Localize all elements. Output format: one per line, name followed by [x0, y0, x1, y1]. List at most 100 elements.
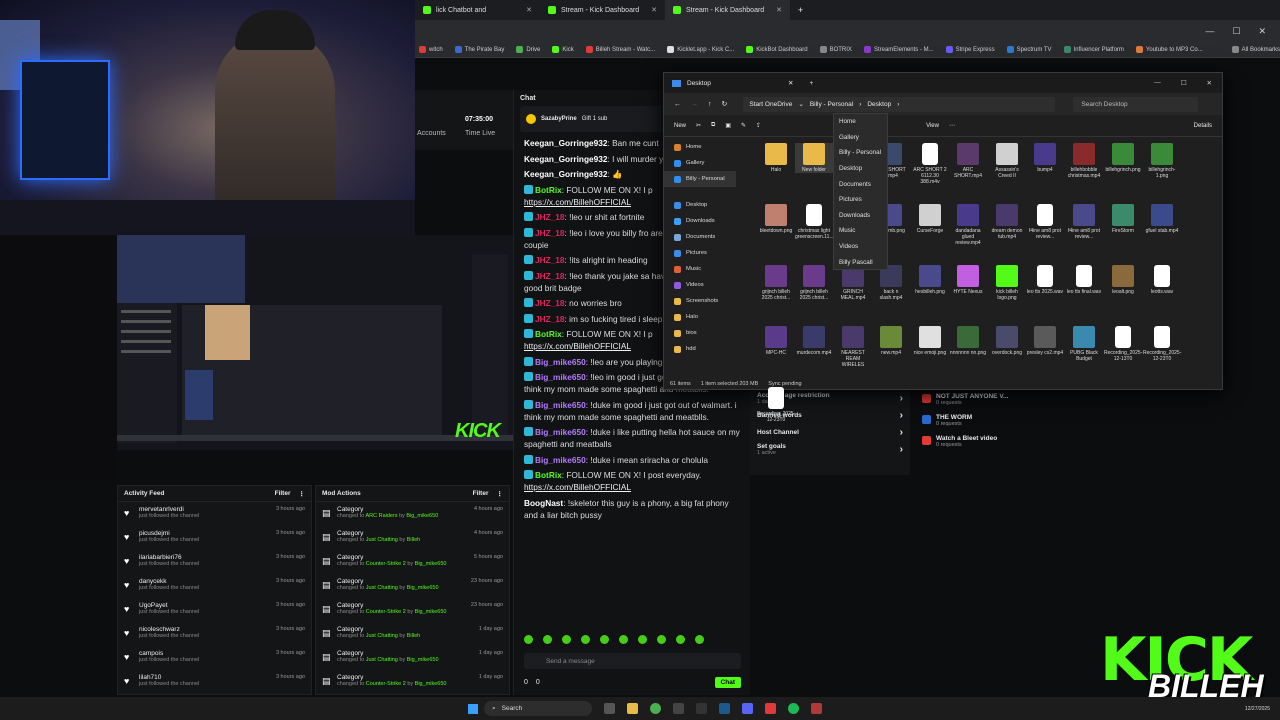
mod-row[interactable]: ▤ Category changed to Counter-Strike 2 by …	[316, 598, 509, 622]
file-item[interactable]: new.mp4	[872, 326, 910, 356]
file-item[interactable]: nnnnnnn nn.png	[949, 326, 987, 356]
terminal-icon[interactable]	[673, 703, 684, 714]
sidebar-item[interactable]: Billy - Personal	[664, 171, 736, 187]
file-item[interactable]: overdock.png	[988, 326, 1026, 356]
settings-row[interactable]: Host Channel ›	[750, 424, 910, 441]
view-button[interactable]: View	[926, 123, 939, 129]
dropdown-item[interactable]: Home	[834, 114, 887, 130]
file-item[interactable]: billehgrinch.png	[1104, 143, 1142, 173]
chat-username[interactable]: JHZ_18	[535, 228, 565, 238]
emote-icon[interactable]	[581, 635, 590, 644]
mod-row[interactable]: ▤ Category changed to Counter-Strike 2 by …	[316, 550, 509, 574]
file-item[interactable]: Recording_2025-12-23T0	[757, 387, 795, 423]
bookmark-item[interactable]: The Pirate Bay	[454, 46, 504, 53]
share-icon[interactable]: ⇪	[756, 122, 761, 129]
sidebar-item[interactable]: Documents	[664, 229, 736, 245]
file-item[interactable]: leoalt.png	[1104, 265, 1142, 295]
chat-username[interactable]: Big_mike650	[535, 400, 586, 410]
file-item[interactable]: grijnch billeh 2025 christ...	[757, 265, 795, 301]
chat-username[interactable]: JHZ_18	[535, 271, 565, 281]
paste-icon[interactable]: ▣	[725, 122, 731, 129]
minimize-icon[interactable]: —	[1205, 26, 1214, 37]
mod-row[interactable]: ▤ Category changed to Just Chatting by Bil…	[316, 526, 509, 550]
chat-username[interactable]: Big_mike650	[535, 372, 586, 382]
mod-filter-button[interactable]: Filter	[473, 490, 489, 497]
redeem-item[interactable]: THE WORM 0 requests	[922, 414, 1060, 427]
activity-row[interactable]: ♥ danycekk just followed the channel 3 hour…	[118, 574, 311, 598]
chat-username[interactable]: BotRix	[535, 185, 562, 195]
chevron-down-icon[interactable]: ⌄	[798, 100, 803, 108]
refresh-icon[interactable]: ↻	[722, 100, 728, 108]
file-item[interactable]: leotts.wav	[1143, 265, 1181, 295]
bookmark-item[interactable]: Youtube to MP3 Co...	[1135, 46, 1203, 53]
explorer-tab-title[interactable]: Desktop	[687, 80, 782, 87]
file-item[interactable]: bleetdown.png	[757, 204, 795, 234]
file-item[interactable]: gfuel stab.mp4	[1143, 204, 1181, 234]
chat-link[interactable]: https://x.com/BillehOFFICIAL	[524, 341, 631, 351]
chrome-icon[interactable]	[650, 703, 661, 714]
chat-username[interactable]: JHZ_18	[535, 298, 565, 308]
app-icon[interactable]	[811, 703, 822, 714]
chat-username[interactable]: Keegan_Gorringe932	[524, 138, 607, 148]
more-icon[interactable]: ⋯	[949, 122, 955, 129]
file-item[interactable]: New folder	[795, 143, 833, 173]
file-item[interactable]: GRINCH MEAL.mp4	[834, 265, 872, 301]
dropdown-item[interactable]: Pictures	[834, 192, 887, 208]
emote-icon[interactable]	[619, 635, 628, 644]
bookmark-item[interactable]: Spectrum TV	[1006, 46, 1052, 53]
emote-icon[interactable]	[676, 635, 685, 644]
file-item[interactable]: f4ine am8 prot review...	[1026, 204, 1064, 240]
chat-send-button[interactable]: Chat	[714, 676, 741, 688]
dropdown-item[interactable]: Music	[834, 223, 887, 239]
dropdown-item[interactable]: Billy - Personal	[834, 145, 887, 161]
cut-icon[interactable]: ✂	[696, 122, 701, 129]
bookmark-item[interactable]: Influencer Platform	[1063, 46, 1124, 53]
chat-link[interactable]: https://x.com/BillehOFFICIAL	[524, 197, 631, 207]
emote-icon[interactable]	[638, 635, 647, 644]
emote-icon[interactable]	[524, 635, 533, 644]
browser-tab[interactable]: Stream - Kick Dashboard ✕	[665, 0, 790, 20]
chat-username[interactable]: JHZ_18	[535, 212, 565, 222]
close-tab-icon[interactable]: ✕	[776, 6, 782, 14]
chat-username[interactable]: Keegan_Gorringe932	[524, 169, 607, 179]
activity-row[interactable]: ♥ mervetanrlverdi just followed the channe…	[118, 502, 311, 526]
mod-row[interactable]: ▤ Category changed to Just Chatting by Big…	[316, 574, 509, 598]
maximize-icon[interactable]: ☐	[1181, 79, 1187, 87]
sidebar-item[interactable]: hdd	[664, 341, 736, 357]
activity-filter-button[interactable]: Filter	[275, 490, 291, 497]
copy-icon[interactable]: ⧉	[711, 122, 715, 129]
activity-row[interactable]: ♥ ilariabarbieri76 just followed the chann…	[118, 550, 311, 574]
minimize-icon[interactable]: —	[1154, 79, 1161, 87]
file-item[interactable]: grijnch billeh 2025 christ...	[795, 265, 833, 301]
file-item[interactable]: Halo	[757, 143, 795, 173]
activity-row[interactable]: ♥ campois just followed the channel 3 hours…	[118, 646, 311, 670]
redeem-item[interactable]: Watch a Bleet video 0 requests	[922, 435, 1060, 448]
emote-icon[interactable]	[543, 635, 552, 644]
file-item[interactable]: bump4	[1026, 143, 1064, 173]
chat-username[interactable]: JHZ_18	[535, 314, 565, 324]
close-tab-icon[interactable]: ✕	[788, 79, 793, 87]
file-item[interactable]: leo tts 2025.wav	[1026, 265, 1064, 295]
emote-icon[interactable]	[600, 635, 609, 644]
breadcrumb[interactable]: Start OneDrive ⌄ Billy - Personal › Deskto…	[743, 96, 1056, 112]
taskbar-search[interactable]: ⌕ Search	[484, 701, 592, 716]
windows-start-icon[interactable]	[468, 703, 478, 714]
bookmark-item[interactable]: StreamElements - M...	[863, 46, 934, 53]
file-item[interactable]: presley cs2.mp4	[1026, 326, 1064, 356]
file-item[interactable]: FireStorm	[1104, 204, 1142, 234]
dropdown-item[interactable]: Billy Pascall	[834, 254, 887, 270]
explorer-search[interactable]: Search Desktop	[1073, 96, 1199, 112]
chat-username[interactable]: Big_mike650	[535, 357, 586, 367]
forward-icon[interactable]: →	[691, 101, 698, 108]
file-item[interactable]: dandadana glued review.mp4	[949, 204, 987, 246]
sidebar-item[interactable]: Desktop	[664, 197, 736, 213]
file-item[interactable]: MPC-HC	[757, 326, 795, 356]
file-item[interactable]: dream demon tub.mp4	[988, 204, 1026, 240]
bookmark-item[interactable]: Kicklet.app - Kick C...	[667, 46, 734, 53]
maximize-icon[interactable]: ☐	[1232, 26, 1240, 37]
emote-icon[interactable]	[695, 635, 704, 644]
chat-username[interactable]: Big_mike650	[535, 455, 586, 465]
bookmark-item[interactable]: Drive	[516, 46, 540, 53]
browser-tab[interactable]: Stream - Kick Dashboard ✕	[540, 0, 665, 20]
dropdown-item[interactable]: Gallery	[834, 130, 887, 146]
